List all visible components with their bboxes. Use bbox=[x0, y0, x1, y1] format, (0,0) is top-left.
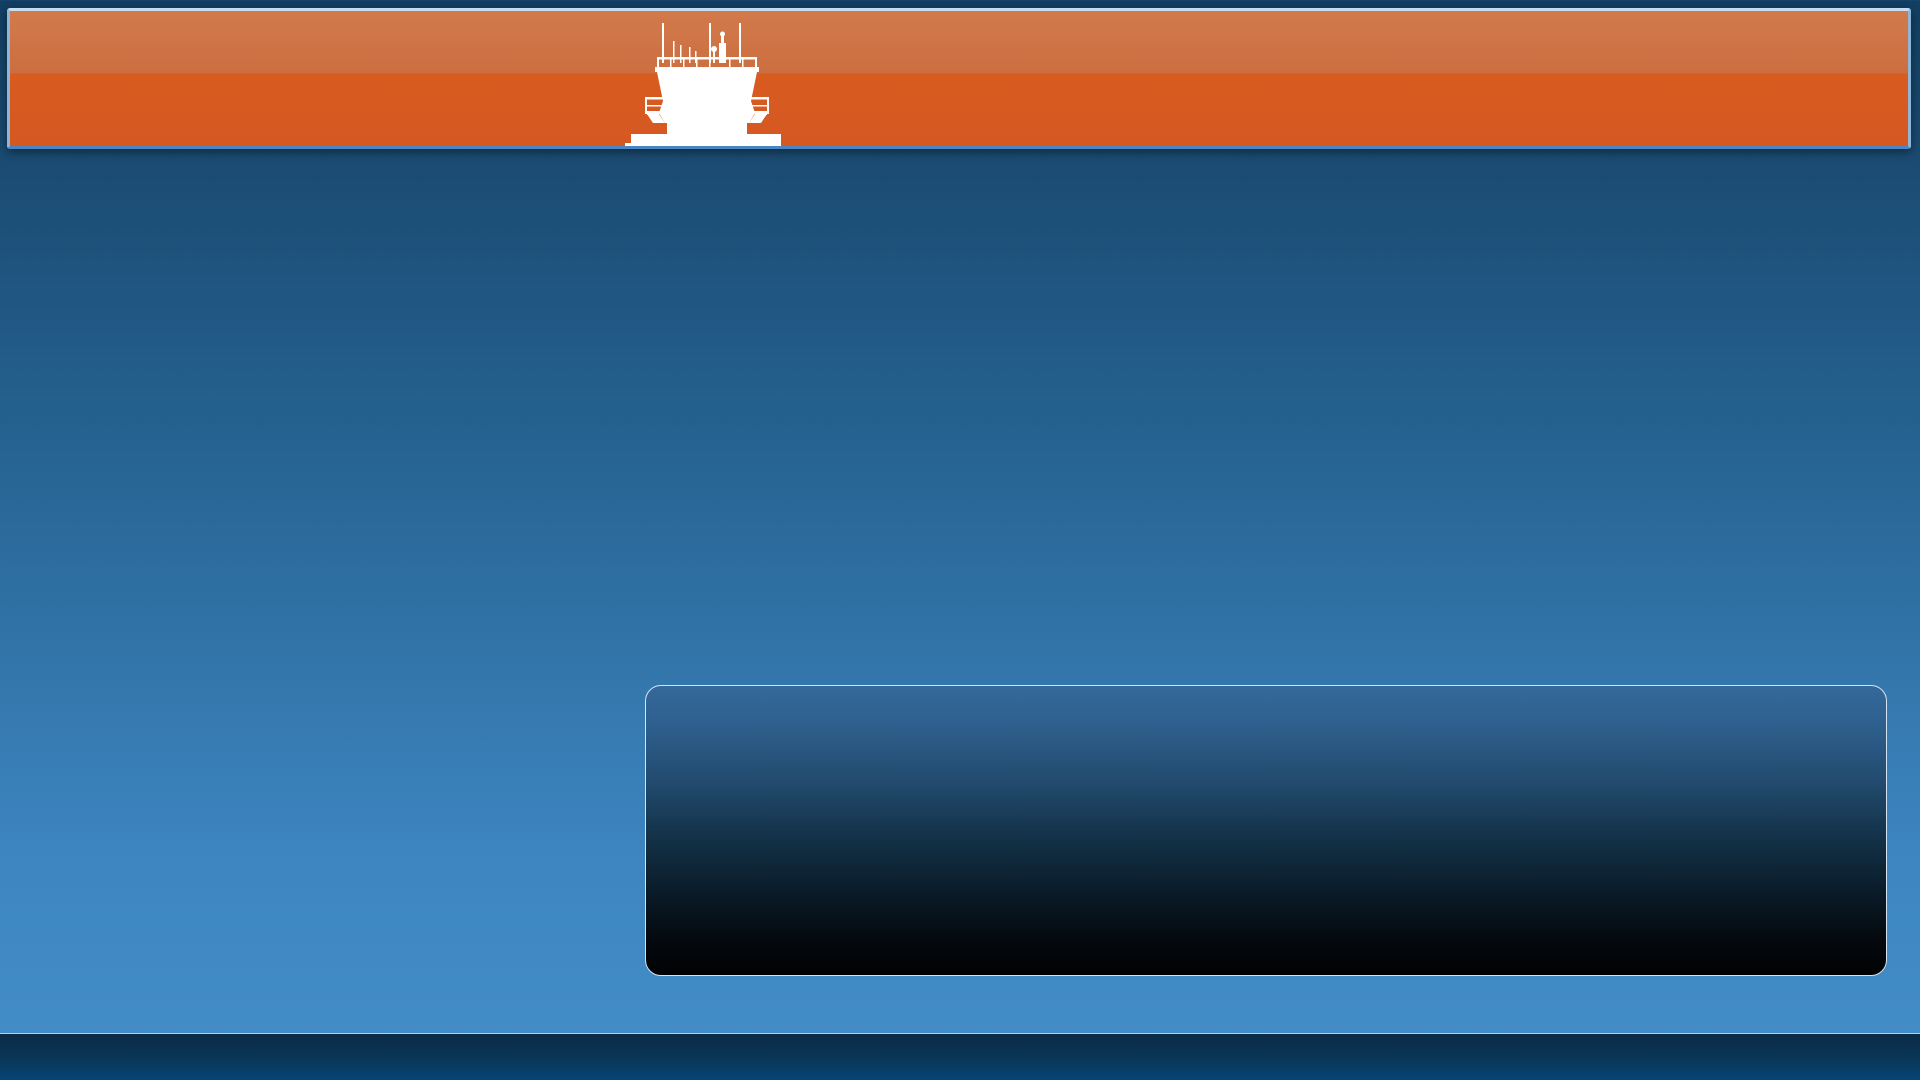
info-panel bbox=[645, 685, 1887, 976]
control-tower-icon bbox=[625, 23, 781, 146]
header-bar bbox=[7, 8, 1911, 149]
footer-bar bbox=[0, 1033, 1920, 1080]
